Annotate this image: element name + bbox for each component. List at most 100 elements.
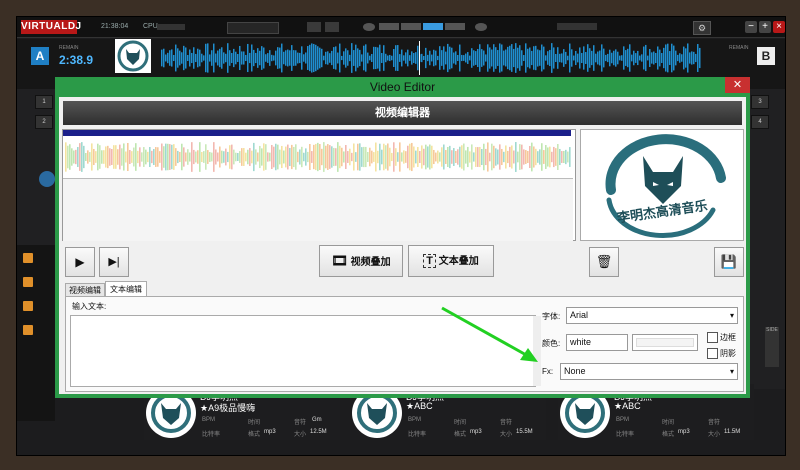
skip-next-icon: ▶| xyxy=(108,256,120,268)
maximize-button[interactable]: + xyxy=(759,21,771,33)
vdj-close-button[interactable]: × xyxy=(773,21,785,33)
deck-a-badge[interactable]: A xyxy=(31,47,49,65)
waveform-bar xyxy=(473,152,475,162)
dialog-close-button[interactable]: ✕ xyxy=(725,77,750,93)
waveform-bar xyxy=(535,45,537,71)
waveform-bar xyxy=(587,44,589,72)
vdj-crossfader-slot[interactable] xyxy=(379,23,399,30)
delete-button[interactable]: 🗑 xyxy=(589,247,619,277)
shadow-checkbox[interactable] xyxy=(707,348,718,359)
deck-b-badge[interactable]: B xyxy=(757,47,775,65)
waveform-bar xyxy=(463,55,465,61)
waveform-bar xyxy=(123,143,125,171)
deck-waveform[interactable] xyxy=(161,41,701,75)
waveform-bar xyxy=(661,53,663,63)
waveform-bar xyxy=(375,46,377,70)
side-button[interactable]: 2 xyxy=(35,115,53,129)
fx-select[interactable]: None ▾ xyxy=(560,363,738,380)
waveform-bar xyxy=(421,53,423,63)
waveform-bar xyxy=(129,149,131,165)
waveform-bar xyxy=(493,44,495,72)
vdj-crossfader-slot[interactable] xyxy=(401,23,421,30)
tab-text-edit[interactable]: 文本编辑 xyxy=(105,281,147,297)
waveform-bar xyxy=(409,55,411,61)
vdj-knob[interactable] xyxy=(475,23,487,31)
waveform-bar xyxy=(525,150,527,164)
waveform-bar xyxy=(217,50,219,66)
folder-icon[interactable] xyxy=(23,253,33,263)
video-editor-dialog: Video Editor ✕ 视频编辑器 李明杰高清音乐 ▶ ▶| 🎞 视频叠加… xyxy=(55,77,750,398)
waveform-bar xyxy=(173,54,175,62)
side-button[interactable]: 4 xyxy=(751,115,769,129)
waveform-bar xyxy=(255,52,257,64)
folder-icon[interactable] xyxy=(23,301,33,311)
waveform-bar xyxy=(367,52,369,64)
side-button[interactable]: 3 xyxy=(751,95,769,109)
waveform-bar xyxy=(73,150,75,164)
waveform-bar xyxy=(235,152,237,162)
waveform-bar xyxy=(575,50,577,66)
waveform-bar xyxy=(475,51,477,65)
play-button[interactable]: ▶ xyxy=(65,247,95,277)
waveform-bar xyxy=(505,145,507,169)
timeline-progress-bar[interactable] xyxy=(63,130,571,136)
font-select[interactable]: Arial ▾ xyxy=(566,307,738,324)
waveform-bar xyxy=(461,54,463,62)
border-checkbox[interactable] xyxy=(707,332,718,343)
waveform-bar xyxy=(549,146,551,168)
vdj-crossfader-slot[interactable] xyxy=(423,23,443,30)
waveform-bar xyxy=(419,151,421,163)
waveform-bar xyxy=(307,46,309,70)
side-button[interactable]: 1 xyxy=(35,95,53,109)
waveform-bar xyxy=(481,148,483,166)
waveform-bar xyxy=(561,53,563,63)
color-swatch[interactable] xyxy=(632,334,698,351)
text-overlay-button[interactable]: T 文本叠加 xyxy=(408,245,494,277)
waveform-bar xyxy=(357,48,359,68)
save-button[interactable]: 💾 xyxy=(714,247,744,277)
waveform-bar xyxy=(555,148,557,166)
waveform-bar xyxy=(101,150,103,164)
waveform-bar xyxy=(201,151,203,163)
waveform-bar xyxy=(361,54,363,62)
waveform-bar xyxy=(435,50,437,66)
minimize-button[interactable]: − xyxy=(745,21,757,33)
waveform-bar xyxy=(67,145,69,169)
timeline-waveform[interactable] xyxy=(65,142,571,172)
waveform-bar xyxy=(287,144,289,170)
gear-icon[interactable]: ⚙ xyxy=(693,21,711,35)
overlay-track[interactable] xyxy=(63,178,573,241)
next-button[interactable]: ▶| xyxy=(99,247,129,277)
input-text-label: 输入文本: xyxy=(72,302,107,311)
timeline[interactable] xyxy=(62,129,576,241)
vdj-knob[interactable] xyxy=(363,23,375,31)
waveform-bar xyxy=(487,44,489,72)
waveform-bar xyxy=(253,49,255,67)
waveform-bar xyxy=(103,150,105,164)
sideview-tab[interactable]: SIDE xyxy=(765,327,779,367)
waveform-bar xyxy=(407,49,409,67)
vdj-crossfader-slot[interactable] xyxy=(445,23,465,30)
waveform-bar xyxy=(341,55,343,61)
folder-icon[interactable] xyxy=(23,325,33,335)
waveform-bar xyxy=(501,148,503,166)
waveform-bar xyxy=(241,51,243,65)
waveform-bar xyxy=(317,46,319,70)
video-overlay-button[interactable]: 🎞 视频叠加 xyxy=(319,245,403,277)
vdj-layout-select[interactable] xyxy=(227,22,279,34)
waveform-bar xyxy=(165,143,167,171)
waveform-bar xyxy=(349,54,351,62)
waveform-bar xyxy=(299,149,301,165)
waveform-bar xyxy=(377,47,379,69)
waveform-bar xyxy=(209,54,211,62)
font-value: Arial xyxy=(570,310,589,320)
waveform-bar xyxy=(175,148,177,166)
vdj-small-button[interactable] xyxy=(307,22,321,32)
deck-a-knob[interactable] xyxy=(39,171,55,187)
folder-icon[interactable] xyxy=(23,277,33,287)
vdj-small-button[interactable] xyxy=(325,22,339,32)
waveform-bar xyxy=(239,151,241,163)
waveform-bar xyxy=(633,50,635,66)
waveform-bar xyxy=(469,151,471,163)
color-name-field[interactable]: white xyxy=(566,334,628,351)
